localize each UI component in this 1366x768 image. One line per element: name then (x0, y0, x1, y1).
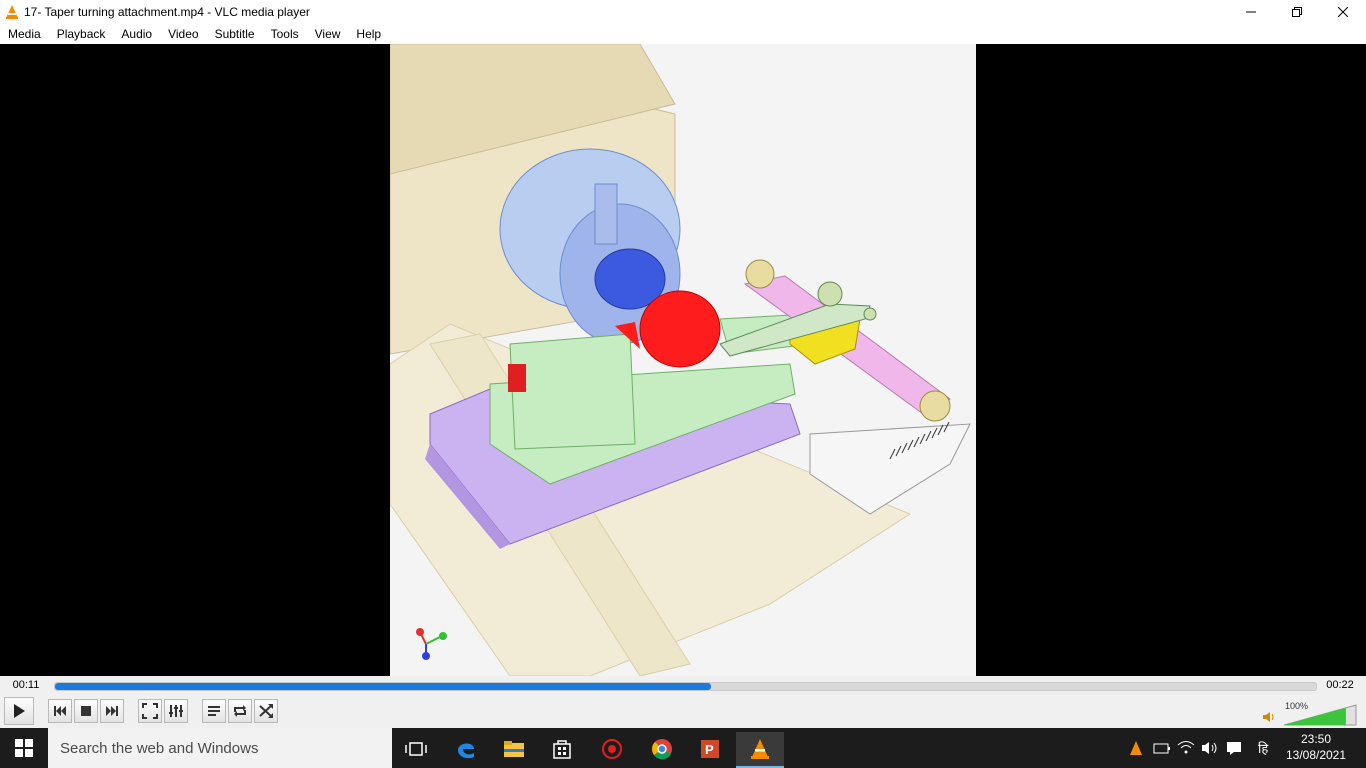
taskbar-clock[interactable]: 23:50 13/08/2021 (1280, 731, 1352, 763)
play-icon (14, 704, 25, 718)
menu-tools[interactable]: Tools (263, 24, 307, 44)
menu-subtitle[interactable]: Subtitle (207, 24, 263, 44)
chrome-icon (652, 739, 672, 760)
shuffle-button[interactable] (254, 699, 278, 723)
svg-text:P: P (705, 742, 714, 757)
seek-area: 00:11 00:22 (0, 676, 1366, 696)
menu-view[interactable]: View (307, 24, 349, 44)
minimize-button[interactable] (1228, 0, 1274, 24)
folder-icon (504, 741, 524, 757)
video-area[interactable] (0, 44, 1366, 676)
menu-media[interactable]: Media (0, 24, 49, 44)
control-bar: 100% (0, 696, 1366, 728)
taskbar: Search the web and Windows P हि 23:50 13… (0, 728, 1366, 768)
start-button[interactable] (0, 728, 48, 768)
volume-slider[interactable] (1284, 704, 1358, 726)
taskbar-app-red[interactable] (588, 732, 636, 766)
previous-button[interactable] (48, 699, 72, 723)
windows-logo-icon (15, 739, 33, 757)
search-placeholder: Search the web and Windows (60, 739, 259, 757)
menu-playback[interactable]: Playback (49, 24, 114, 44)
equalizer-icon (169, 705, 183, 717)
edge-icon (458, 743, 474, 759)
play-button[interactable] (4, 697, 34, 725)
gear-app-icon (602, 739, 622, 759)
video-frame (390, 44, 976, 676)
shuffle-icon (259, 704, 273, 718)
minimize-icon (1246, 11, 1256, 13)
battery-icon[interactable] (1153, 741, 1171, 755)
menu-audio[interactable]: Audio (113, 24, 160, 44)
task-view-button[interactable] (392, 732, 440, 766)
taskbar-edge[interactable] (442, 732, 490, 766)
tray-vlc-icon[interactable] (1128, 740, 1144, 756)
window-title: 17- Taper turning attachment.mp4 - VLC m… (24, 5, 310, 19)
taskbar-vlc[interactable] (736, 732, 784, 768)
fullscreen-button[interactable] (138, 699, 162, 723)
input-language[interactable]: हि (1258, 739, 1268, 757)
taskbar-chrome[interactable] (638, 732, 686, 766)
close-icon (1338, 7, 1348, 17)
maximize-button[interactable] (1274, 0, 1320, 24)
menu-help[interactable]: Help (348, 24, 389, 44)
clock-date: 13/08/2021 (1285, 748, 1347, 762)
seek-slider[interactable] (54, 682, 1317, 691)
seek-progress (55, 683, 711, 690)
loop-button[interactable] (228, 699, 252, 723)
task-view-icon (405, 742, 427, 756)
next-icon (106, 706, 118, 716)
previous-icon (54, 706, 66, 716)
volume-control[interactable]: 100% (1262, 701, 1358, 726)
store-icon (553, 740, 571, 759)
playlist-button[interactable] (202, 699, 226, 723)
clock-time: 23:50 (1300, 732, 1332, 746)
fullscreen-icon (142, 703, 158, 719)
title-bar: 17- Taper turning attachment.mp4 - VLC m… (0, 0, 1366, 24)
extended-settings-button[interactable] (164, 699, 188, 723)
lathe-animation-illustration (390, 44, 971, 676)
taskbar-search[interactable]: Search the web and Windows (48, 728, 392, 768)
taskbar-powerpoint[interactable]: P (686, 732, 734, 766)
next-button[interactable] (100, 699, 124, 723)
wifi-icon[interactable] (1177, 739, 1195, 755)
taskbar-store[interactable] (538, 732, 586, 766)
close-button[interactable] (1320, 0, 1366, 24)
volume-tray-icon[interactable] (1201, 740, 1219, 756)
speaker-icon[interactable] (1262, 710, 1276, 724)
restore-icon (1292, 7, 1302, 17)
elapsed-time: 00:11 (12, 679, 40, 691)
vlc-icon (6, 5, 18, 19)
playlist-icon (208, 706, 220, 716)
menu-bar: Media Playback Audio Video Subtitle Tool… (0, 24, 1366, 44)
taskbar-file-explorer[interactable] (490, 732, 538, 766)
stop-button[interactable] (74, 699, 98, 723)
powerpoint-icon: P (701, 740, 719, 758)
total-time: 00:22 (1326, 679, 1354, 691)
loop-icon (234, 705, 246, 717)
vlc-cone-icon (751, 739, 769, 759)
stop-icon (81, 706, 91, 716)
action-center-icon[interactable] (1226, 740, 1242, 756)
menu-video[interactable]: Video (160, 24, 206, 44)
